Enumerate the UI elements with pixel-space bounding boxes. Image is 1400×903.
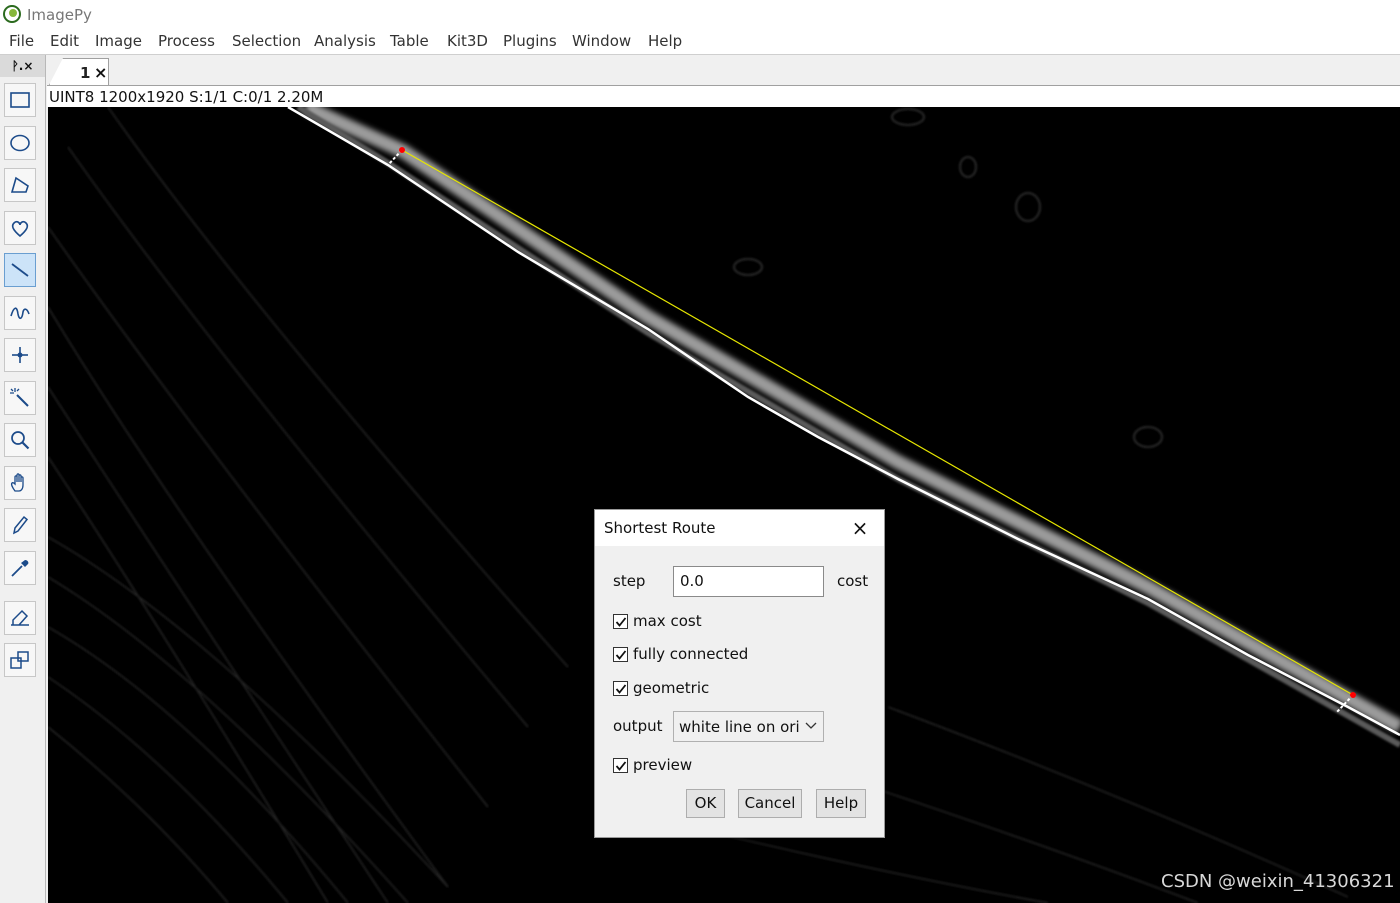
polyline-tool[interactable] — [4, 296, 36, 330]
max-cost-label: max cost — [633, 612, 702, 630]
title-bar: ImagePy — [0, 0, 1400, 28]
checkbox-box[interactable] — [613, 614, 628, 629]
hand-icon — [10, 473, 24, 492]
menu-edit[interactable]: Edit — [50, 32, 79, 50]
checkmark-icon — [615, 761, 627, 771]
menu-analysis[interactable]: Analysis — [314, 32, 376, 50]
color-picker-tool[interactable] — [4, 551, 36, 585]
step-label: step — [613, 572, 646, 590]
tool-panel: ᚹ.× — [0, 55, 46, 903]
rectangle-icon — [10, 92, 30, 108]
menu-kit3d[interactable]: Kit3D — [447, 32, 488, 50]
zoom-tool[interactable] — [4, 423, 36, 457]
geometric-label: geometric — [633, 679, 710, 697]
magic-wand-icon — [10, 388, 29, 407]
menu-bar: File Edit Image Process Selection Analys… — [0, 28, 1400, 55]
output-label: output — [613, 717, 663, 735]
checkmark-icon — [615, 650, 627, 660]
menu-selection[interactable]: Selection — [232, 32, 301, 50]
checkmark-icon — [615, 617, 627, 627]
dropper-icon — [11, 560, 29, 577]
eraser-icon — [11, 609, 29, 626]
tab-close-icon[interactable]: × — [94, 63, 107, 82]
step-input[interactable]: 0.0 — [673, 566, 824, 597]
ellipse-icon — [10, 134, 30, 152]
image-info-bar: UINT8 1200x1920 S:1/1 C:0/1 2.20M — [47, 86, 1400, 107]
menu-process[interactable]: Process — [158, 32, 215, 50]
checkbox-box[interactable] — [613, 681, 628, 696]
cost-label: cost — [837, 572, 869, 590]
dialog-close-icon[interactable]: × — [847, 516, 873, 540]
output-select[interactable]: white line on ori — [673, 711, 824, 742]
checkbox-box[interactable] — [613, 758, 628, 773]
fully-connected-label: fully connected — [633, 645, 749, 663]
ellipse-tool[interactable] — [4, 126, 36, 160]
chevron-down-icon — [805, 722, 817, 729]
magic-wand-tool[interactable] — [4, 381, 36, 415]
image-info: UINT8 1200x1920 S:1/1 C:0/1 2.20M — [49, 88, 324, 106]
imagepy-logo-icon — [3, 5, 21, 23]
watermark: CSDN @weixin_41306321 — [1161, 871, 1395, 892]
document-tab-bar: 1 × — [47, 55, 1400, 86]
menu-image[interactable]: Image — [95, 32, 142, 50]
pencil-icon — [12, 515, 29, 535]
menu-window[interactable]: Window — [572, 32, 631, 50]
pan-tool[interactable] — [4, 466, 36, 500]
dialog-titlebar: Shortest Route × — [595, 510, 884, 546]
dialog-title: Shortest Route — [604, 519, 716, 537]
eraser-tool[interactable] — [4, 601, 36, 635]
menu-table[interactable]: Table — [390, 32, 429, 50]
point-icon — [12, 347, 28, 363]
document-tab-label: 1 — [80, 64, 91, 82]
polyline-icon — [10, 307, 30, 320]
document-tab[interactable]: 1 × — [49, 58, 109, 85]
pencil-tool[interactable] — [4, 508, 36, 542]
freehand-icon — [11, 220, 29, 238]
shortest-route-dialog: Shortest Route × step 0.0 cost max cost … — [594, 509, 885, 838]
menu-help[interactable]: Help — [648, 32, 682, 50]
polygon-tool[interactable] — [4, 168, 36, 202]
help-button[interactable]: Help — [816, 789, 866, 818]
app-title: ImagePy — [27, 6, 92, 24]
panel-header[interactable]: ᚹ.× — [0, 55, 45, 77]
preview-label: preview — [633, 756, 693, 774]
freehand-tool[interactable] — [4, 211, 36, 245]
start-point-handle[interactable] — [399, 147, 405, 153]
ok-button[interactable]: OK — [686, 789, 725, 818]
output-select-value: white line on ori — [679, 718, 800, 736]
line-tool[interactable] — [4, 253, 36, 287]
checkmark-icon — [615, 684, 627, 694]
rectangle-tool[interactable] — [4, 83, 36, 117]
crop-icon — [10, 651, 29, 669]
menu-plugins[interactable]: Plugins — [503, 32, 557, 50]
crop-tool[interactable] — [4, 643, 36, 677]
menu-file[interactable]: File — [9, 32, 34, 50]
end-point-handle[interactable] — [1350, 692, 1356, 698]
polygon-icon — [10, 176, 29, 193]
point-tool[interactable] — [4, 338, 36, 372]
magnifier-icon — [11, 431, 30, 450]
checkbox-box[interactable] — [613, 647, 628, 662]
line-icon — [11, 263, 29, 277]
cancel-button[interactable]: Cancel — [738, 789, 802, 818]
